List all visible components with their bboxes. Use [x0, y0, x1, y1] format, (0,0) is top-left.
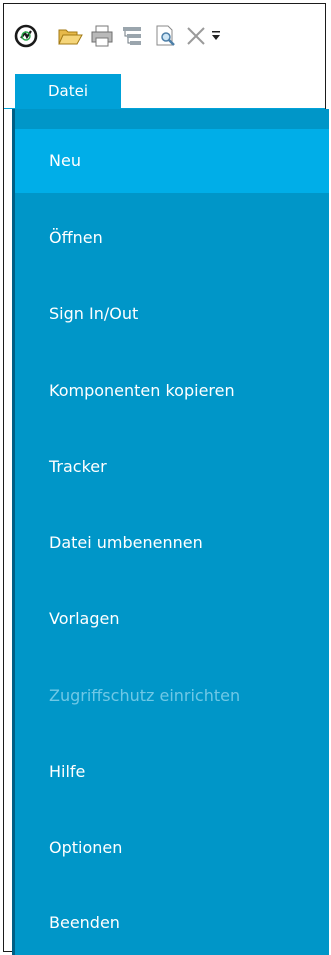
- menu-item-vorlagen[interactable]: Vorlagen: [15, 587, 329, 651]
- open-folder-icon[interactable]: [56, 22, 84, 50]
- print-icon[interactable]: [88, 22, 116, 50]
- menu-item-optionen[interactable]: Optionen: [15, 816, 329, 880]
- menu-item-sign-in-out[interactable]: Sign In/Out: [15, 282, 329, 346]
- app-logo-icon[interactable]: [12, 22, 40, 50]
- backstage-menu: Neu Öffnen Sign In/Out Komponenten kopie…: [12, 109, 329, 955]
- menu-item-neu[interactable]: Neu: [15, 129, 329, 193]
- print-preview-icon[interactable]: [152, 22, 180, 50]
- menu-top-band: [15, 109, 329, 123]
- customize-toolbar-icon[interactable]: [208, 22, 224, 50]
- backstage-window: Datei Neu Öffnen Sign In/Out Komponenten…: [3, 3, 329, 955]
- menu-item-komponenten-kopieren[interactable]: Komponenten kopieren: [15, 359, 329, 423]
- menu-item-tracker[interactable]: Tracker: [15, 435, 329, 499]
- menu-item-beenden[interactable]: Beenden: [15, 891, 329, 955]
- close-icon[interactable]: [182, 22, 210, 50]
- menu-item-oeffnen[interactable]: Öffnen: [15, 206, 329, 270]
- ribbon-tabstrip: Datei: [4, 74, 325, 109]
- menu-item-datei-umbenennen[interactable]: Datei umbenennen: [15, 511, 329, 575]
- tab-datei[interactable]: Datei: [15, 74, 121, 108]
- menu-item-hilfe[interactable]: Hilfe: [15, 740, 329, 804]
- menu-item-zugriffschutz-einrichten: Zugriffschutz einrichten: [49, 686, 241, 705]
- tree-structure-icon[interactable]: [119, 22, 147, 50]
- quick-access-toolbar: [4, 4, 325, 70]
